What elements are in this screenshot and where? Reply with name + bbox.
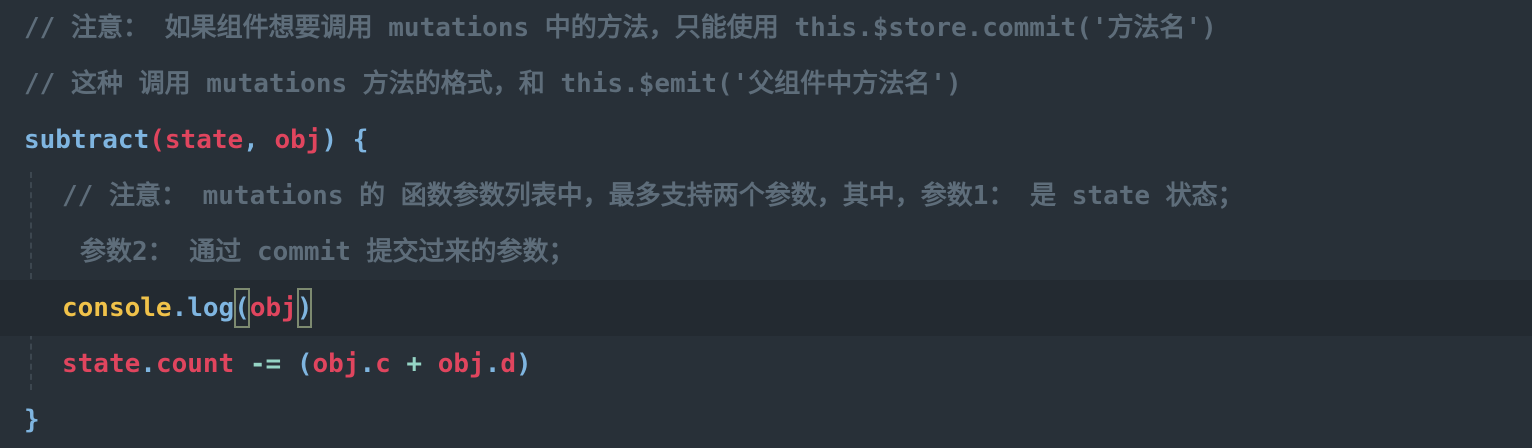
code-line-3[interactable]: subtract(state, obj) { bbox=[0, 112, 1532, 168]
count-property: count bbox=[155, 349, 235, 379]
bracket-match-close: ) bbox=[296, 288, 313, 328]
comment-text: 参数2： 通过 commit 提交过来的参数； bbox=[80, 237, 575, 267]
close-brace: } bbox=[24, 405, 40, 435]
c-property: c bbox=[375, 349, 391, 379]
obj-ref: obj bbox=[437, 349, 485, 379]
log-method: log bbox=[187, 293, 235, 323]
bracket-match-open: ( bbox=[234, 288, 250, 328]
close-paren-brace: ) { bbox=[321, 125, 369, 155]
param-obj: obj bbox=[274, 125, 322, 155]
arg-obj: obj bbox=[249, 293, 297, 323]
function-name: subtract bbox=[24, 125, 150, 155]
state-object: state bbox=[62, 349, 141, 379]
dot: . bbox=[359, 349, 376, 379]
code-line-4[interactable]: // 注意： mutations 的 函数参数列表中，最多支持两个参数，其中，参… bbox=[0, 168, 1532, 224]
comma: , bbox=[243, 125, 275, 155]
open-paren: ( bbox=[296, 349, 313, 379]
open-paren: ( bbox=[149, 125, 165, 155]
code-line-6-active[interactable]: console.log(obj) bbox=[0, 280, 1532, 336]
code-line-1[interactable]: // 注意： 如果组件想要调用 mutations 中的方法，只能使用 this… bbox=[0, 0, 1532, 56]
dot: . bbox=[484, 349, 501, 379]
console-object: console bbox=[62, 293, 172, 323]
code-editor[interactable]: // 注意： 如果组件想要调用 mutations 中的方法，只能使用 this… bbox=[0, 0, 1532, 440]
code-line-2[interactable]: // 这种 调用 mutations 方法的格式，和 this.$emit('父… bbox=[0, 56, 1532, 112]
code-line-7[interactable]: state.count -= (obj.c + obj.d) bbox=[0, 336, 1532, 392]
dot: . bbox=[171, 293, 188, 323]
obj-ref: obj bbox=[312, 349, 360, 379]
code-line-5[interactable]: 参数2： 通过 commit 提交过来的参数； bbox=[0, 224, 1532, 280]
close-paren: ) bbox=[516, 349, 532, 379]
param-state: state bbox=[164, 125, 244, 155]
comment-text: // 注意： 如果组件想要调用 mutations 中的方法，只能使用 this… bbox=[24, 13, 1217, 43]
comment-text: // 注意： mutations 的 函数参数列表中，最多支持两个参数，其中，参… bbox=[62, 181, 1244, 211]
comment-text: // 这种 调用 mutations 方法的格式，和 this.$emit('父… bbox=[24, 69, 962, 99]
plus-operator: + bbox=[390, 349, 438, 379]
minus-assign-operator: -= bbox=[234, 349, 297, 379]
d-property: d bbox=[500, 349, 517, 379]
dot: . bbox=[140, 349, 156, 379]
